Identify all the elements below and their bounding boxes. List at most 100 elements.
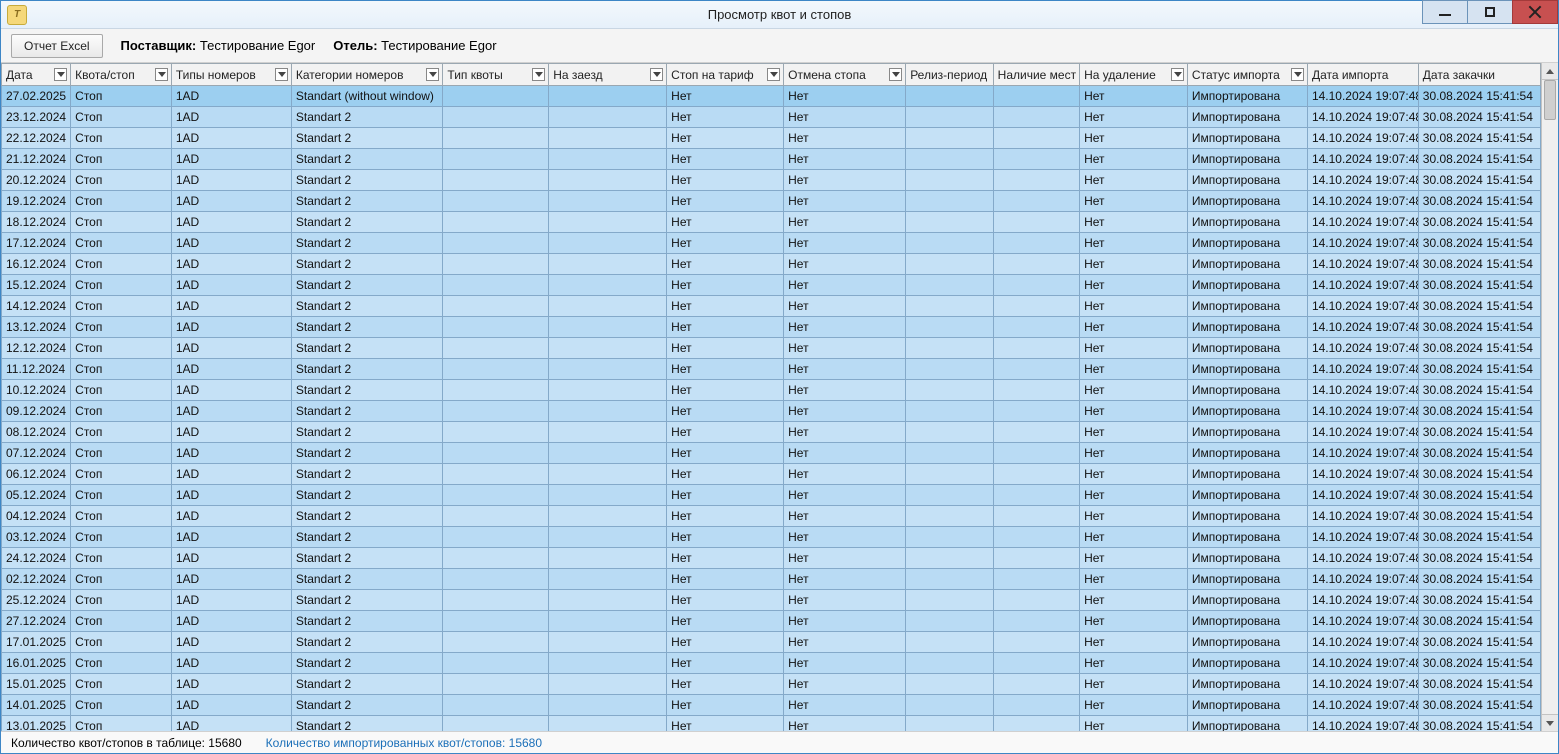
table-cell[interactable]: Стоп — [71, 296, 172, 317]
table-cell[interactable]: 30.08.2024 15:41:54 — [1418, 401, 1540, 422]
table-cell[interactable] — [443, 401, 549, 422]
filter-dropdown-icon[interactable] — [54, 68, 67, 81]
table-cell[interactable] — [906, 149, 993, 170]
table-cell[interactable]: 1AD — [171, 695, 291, 716]
table-cell[interactable] — [443, 317, 549, 338]
table-cell[interactable]: 14.10.2024 19:07:48 — [1307, 128, 1418, 149]
table-cell[interactable]: Стоп — [71, 443, 172, 464]
table-cell[interactable]: Импортирована — [1187, 548, 1307, 569]
table-cell[interactable]: Нет — [784, 548, 906, 569]
table-cell[interactable]: Нет — [784, 401, 906, 422]
table-cell[interactable]: Импортирована — [1187, 86, 1307, 107]
table-cell[interactable]: Стоп — [71, 191, 172, 212]
table-cell[interactable]: 30.08.2024 15:41:54 — [1418, 464, 1540, 485]
table-cell[interactable] — [549, 527, 667, 548]
table-cell[interactable] — [443, 296, 549, 317]
table-cell[interactable]: Нет — [667, 674, 784, 695]
table-cell[interactable] — [993, 317, 1079, 338]
table-cell[interactable] — [906, 506, 993, 527]
table-cell[interactable]: Импортирована — [1187, 527, 1307, 548]
table-cell[interactable]: Стоп — [71, 275, 172, 296]
table-cell[interactable] — [443, 212, 549, 233]
table-cell[interactable]: Нет — [667, 86, 784, 107]
table-cell[interactable]: Нет — [667, 401, 784, 422]
table-cell[interactable]: Нет — [667, 569, 784, 590]
table-cell[interactable]: Нет — [784, 338, 906, 359]
table-cell[interactable] — [993, 275, 1079, 296]
table-row[interactable]: 18.12.2024Стоп1ADStandart 2НетНетНетИмпо… — [2, 212, 1541, 233]
table-cell[interactable] — [549, 422, 667, 443]
table-cell[interactable]: Нет — [784, 149, 906, 170]
table-row[interactable]: 11.12.2024Стоп1ADStandart 2НетНетНетИмпо… — [2, 359, 1541, 380]
table-cell[interactable]: Импортирована — [1187, 464, 1307, 485]
table-row[interactable]: 23.12.2024Стоп1ADStandart 2НетНетНетИмпо… — [2, 107, 1541, 128]
table-cell[interactable] — [906, 716, 993, 732]
table-cell[interactable]: 1AD — [171, 359, 291, 380]
table-cell[interactable] — [993, 86, 1079, 107]
table-row[interactable]: 27.02.2025Стоп1ADStandart (without windo… — [2, 86, 1541, 107]
table-cell[interactable] — [443, 443, 549, 464]
table-cell[interactable] — [443, 569, 549, 590]
table-cell[interactable]: Нет — [784, 527, 906, 548]
table-cell[interactable]: Нет — [1080, 380, 1188, 401]
table-cell[interactable] — [993, 401, 1079, 422]
table-row[interactable]: 14.01.2025Стоп1ADStandart 2НетНетНетИмпо… — [2, 695, 1541, 716]
table-cell[interactable]: 14.10.2024 19:07:48 — [1307, 632, 1418, 653]
table-cell[interactable]: 1AD — [171, 716, 291, 732]
filter-dropdown-icon[interactable] — [275, 68, 288, 81]
table-cell[interactable]: 1AD — [171, 380, 291, 401]
table-row[interactable]: 25.12.2024Стоп1ADStandart 2НетНетНетИмпо… — [2, 590, 1541, 611]
table-row[interactable]: 19.12.2024Стоп1ADStandart 2НетНетНетИмпо… — [2, 191, 1541, 212]
table-cell[interactable] — [906, 380, 993, 401]
table-cell[interactable] — [993, 170, 1079, 191]
table-cell[interactable] — [906, 464, 993, 485]
table-cell[interactable] — [549, 191, 667, 212]
table-cell[interactable] — [993, 422, 1079, 443]
table-cell[interactable]: Импортирована — [1187, 716, 1307, 732]
table-cell[interactable]: 14.10.2024 19:07:48 — [1307, 569, 1418, 590]
table-cell[interactable]: Нет — [784, 506, 906, 527]
scroll-up-button[interactable] — [1542, 63, 1558, 80]
table-cell[interactable] — [993, 107, 1079, 128]
table-cell[interactable] — [549, 86, 667, 107]
table-cell[interactable]: Standart 2 — [291, 632, 443, 653]
table-cell[interactable]: Нет — [1080, 233, 1188, 254]
scroll-down-button[interactable] — [1542, 714, 1558, 731]
table-cell[interactable]: Нет — [667, 128, 784, 149]
table-row[interactable]: 08.12.2024Стоп1ADStandart 2НетНетНетИмпо… — [2, 422, 1541, 443]
table-cell[interactable]: Импортирована — [1187, 401, 1307, 422]
table-cell[interactable]: Нет — [784, 590, 906, 611]
table-cell[interactable] — [443, 485, 549, 506]
table-cell[interactable]: Standart 2 — [291, 548, 443, 569]
table-cell[interactable] — [443, 506, 549, 527]
table-cell[interactable]: Standart 2 — [291, 149, 443, 170]
table-cell[interactable]: Standart 2 — [291, 695, 443, 716]
table-row[interactable]: 27.12.2024Стоп1ADStandart 2НетНетНетИмпо… — [2, 611, 1541, 632]
table-cell[interactable]: 27.02.2025 — [2, 86, 71, 107]
table-cell[interactable]: Нет — [667, 506, 784, 527]
filter-dropdown-icon[interactable] — [650, 68, 663, 81]
table-cell[interactable]: Standart 2 — [291, 212, 443, 233]
table-cell[interactable] — [906, 212, 993, 233]
table-cell[interactable]: Нет — [1080, 86, 1188, 107]
table-cell[interactable]: 14.10.2024 19:07:48 — [1307, 212, 1418, 233]
table-cell[interactable]: Standart 2 — [291, 296, 443, 317]
table-cell[interactable] — [906, 548, 993, 569]
table-cell[interactable]: Импортирована — [1187, 149, 1307, 170]
table-row[interactable]: 03.12.2024Стоп1ADStandart 2НетНетНетИмпо… — [2, 527, 1541, 548]
table-cell[interactable]: Стоп — [71, 107, 172, 128]
table-cell[interactable]: 16.12.2024 — [2, 254, 71, 275]
table-cell[interactable]: Нет — [667, 485, 784, 506]
table-cell[interactable] — [443, 338, 549, 359]
table-cell[interactable] — [443, 107, 549, 128]
table-cell[interactable]: 14.10.2024 19:07:48 — [1307, 149, 1418, 170]
table-cell[interactable]: 14.10.2024 19:07:48 — [1307, 359, 1418, 380]
table-cell[interactable]: 30.08.2024 15:41:54 — [1418, 485, 1540, 506]
table-cell[interactable]: Standart 2 — [291, 443, 443, 464]
table-cell[interactable]: Импортирована — [1187, 695, 1307, 716]
table-cell[interactable]: 1AD — [171, 128, 291, 149]
table-cell[interactable]: Standart (without window) — [291, 86, 443, 107]
table-cell[interactable] — [549, 317, 667, 338]
table-cell[interactable]: 14.10.2024 19:07:48 — [1307, 401, 1418, 422]
table-cell[interactable]: Standart 2 — [291, 107, 443, 128]
